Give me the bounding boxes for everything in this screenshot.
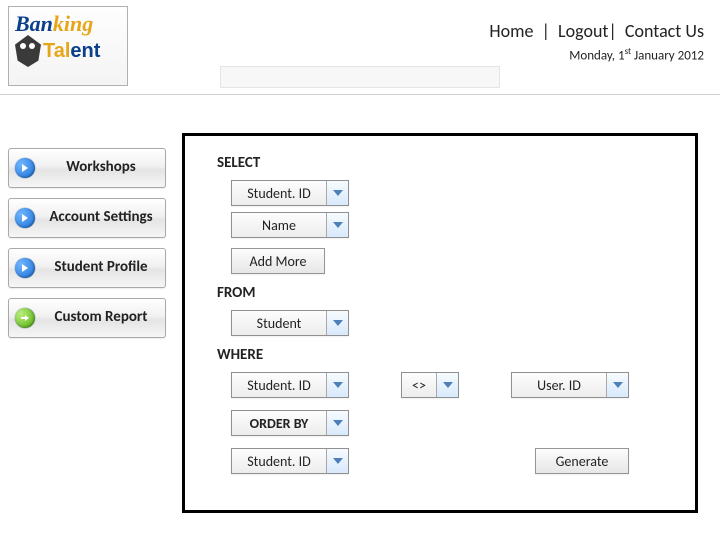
dropdown-value: Student — [232, 315, 326, 332]
dropdown-value: ORDER BY — [232, 415, 326, 432]
where-right-dropdown[interactable]: User. ID — [511, 372, 629, 398]
owl-icon — [15, 35, 41, 67]
chevron-right-icon — [15, 158, 35, 178]
chevron-right-icon — [15, 208, 35, 228]
home-link[interactable]: Home — [489, 20, 533, 42]
generate-button[interactable]: Generate — [535, 448, 629, 474]
dropdown-value: Student. ID — [232, 377, 326, 394]
sidebar-item-label: Custom Report — [43, 310, 159, 326]
orderby-keyword-dropdown[interactable]: ORDER BY — [231, 410, 349, 436]
select-keyword: SELECT — [217, 154, 260, 172]
add-more-button[interactable]: Add More — [231, 248, 325, 274]
where-left-dropdown[interactable]: Student. ID — [231, 372, 349, 398]
sidebar-item-label: Account Settings — [43, 210, 159, 226]
header: Banking Talent Home | Logout| Contact Us… — [0, 0, 720, 95]
logo-text-3: Tal — [43, 40, 70, 63]
select-field-1-dropdown[interactable]: Student. ID — [231, 180, 349, 206]
where-keyword: WHERE — [217, 346, 263, 364]
chevron-down-icon — [326, 373, 348, 397]
logo-text-4: ent — [70, 40, 100, 63]
breadcrumb — [220, 66, 500, 88]
select-field-2-dropdown[interactable]: Name — [231, 212, 349, 238]
logo: Banking Talent — [8, 6, 128, 86]
arrow-right-icon — [15, 308, 35, 328]
logout-link[interactable]: Logout — [558, 20, 608, 42]
sidebar-item-label: Workshops — [43, 160, 159, 176]
where-operator-dropdown[interactable]: <> — [401, 372, 459, 398]
chevron-right-icon — [15, 258, 35, 278]
dropdown-value: User. ID — [512, 377, 606, 394]
date-label: Monday, 1st January 2012 — [569, 46, 704, 63]
chevron-down-icon — [326, 449, 348, 473]
sidebar-item-label: Student Profile — [43, 260, 159, 276]
logo-text-2: king — [53, 11, 93, 36]
sidebar-item-workshops[interactable]: Workshops — [8, 148, 166, 188]
chevron-down-icon — [326, 411, 348, 435]
sidebar-item-custom-report[interactable]: Custom Report — [8, 298, 166, 338]
dropdown-value: Name — [232, 217, 326, 234]
dropdown-value: Student. ID — [232, 453, 326, 470]
logo-text-1: Ban — [15, 11, 53, 36]
chevron-down-icon — [326, 181, 348, 205]
contact-link[interactable]: Contact Us — [625, 20, 704, 42]
chevron-down-icon — [606, 373, 628, 397]
top-links: Home | Logout| Contact Us — [489, 20, 704, 42]
query-builder-panel: SELECT Student. ID Name Add More FROM St… — [182, 133, 698, 513]
dropdown-value: Student. ID — [232, 185, 326, 202]
from-keyword: FROM — [217, 284, 255, 302]
sidebar-item-account-settings[interactable]: Account Settings — [8, 198, 166, 238]
from-table-dropdown[interactable]: Student — [231, 310, 349, 336]
chevron-down-icon — [326, 213, 348, 237]
orderby-field-dropdown[interactable]: Student. ID — [231, 448, 349, 474]
sidebar: Workshops Account Settings Student Profi… — [8, 148, 170, 348]
chevron-down-icon — [436, 373, 458, 397]
chevron-down-icon — [326, 311, 348, 335]
dropdown-value: <> — [402, 377, 436, 394]
sidebar-item-student-profile[interactable]: Student Profile — [8, 248, 166, 288]
